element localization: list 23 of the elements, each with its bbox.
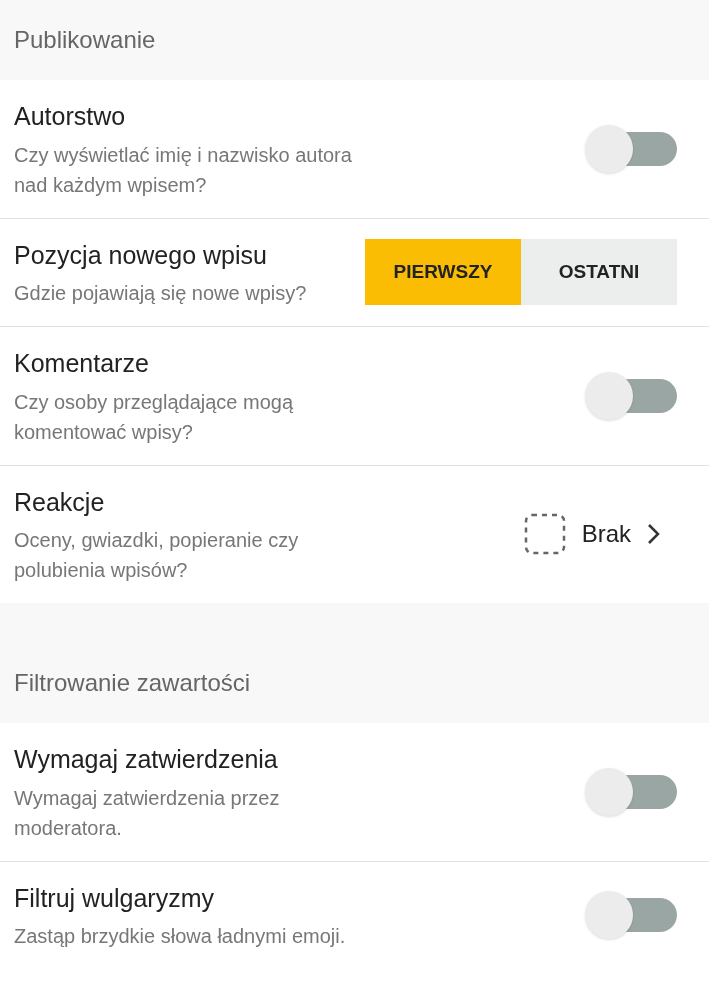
section-header: Publikowanie bbox=[14, 25, 156, 55]
setting-title: Komentarze bbox=[14, 348, 150, 379]
dashed-square-icon bbox=[523, 513, 566, 556]
setting-description: Czy osoby przeglądające mogą komentować wpisy? bbox=[14, 389, 295, 445]
segment-option[interactable]: PIERWSZY bbox=[365, 239, 521, 306]
toggle-switch[interactable] bbox=[585, 371, 677, 420]
setting-title: Reakcje bbox=[14, 486, 106, 518]
setting-description: Oceny, gwiazdki, popieranie czy polubienia wpisów? bbox=[14, 528, 300, 583]
setting-title: Pozycja nowego wpisu bbox=[14, 239, 268, 271]
setting-title: Wymagaj zatwierdzenia bbox=[14, 744, 279, 775]
setting-description: Czy wyświetlać imię i nazwisko autora nad każdym wpisem? bbox=[14, 142, 353, 198]
segment-option[interactable]: OSTATNI bbox=[521, 239, 677, 306]
chevron-right-icon bbox=[647, 523, 661, 546]
toggle-switch[interactable] bbox=[585, 124, 677, 173]
setting-description: Zastąp brzydkie słowa ładnymi emoji. bbox=[14, 924, 346, 949]
setting-description: Wymagaj zatwierdzenia przez moderatora. bbox=[14, 785, 281, 841]
toggle-switch[interactable] bbox=[585, 767, 677, 816]
setting-description: Gdzie pojawiają się nowe wpisy? bbox=[14, 281, 307, 306]
reactions-selector[interactable]: Brak bbox=[523, 513, 677, 556]
toggle-switch[interactable] bbox=[585, 891, 677, 940]
setting-title: Filtruj wulgaryzmy bbox=[14, 882, 216, 914]
setting-title: Autorstwo bbox=[14, 101, 127, 132]
section-header: Filtrowanie zawartości bbox=[14, 668, 251, 698]
